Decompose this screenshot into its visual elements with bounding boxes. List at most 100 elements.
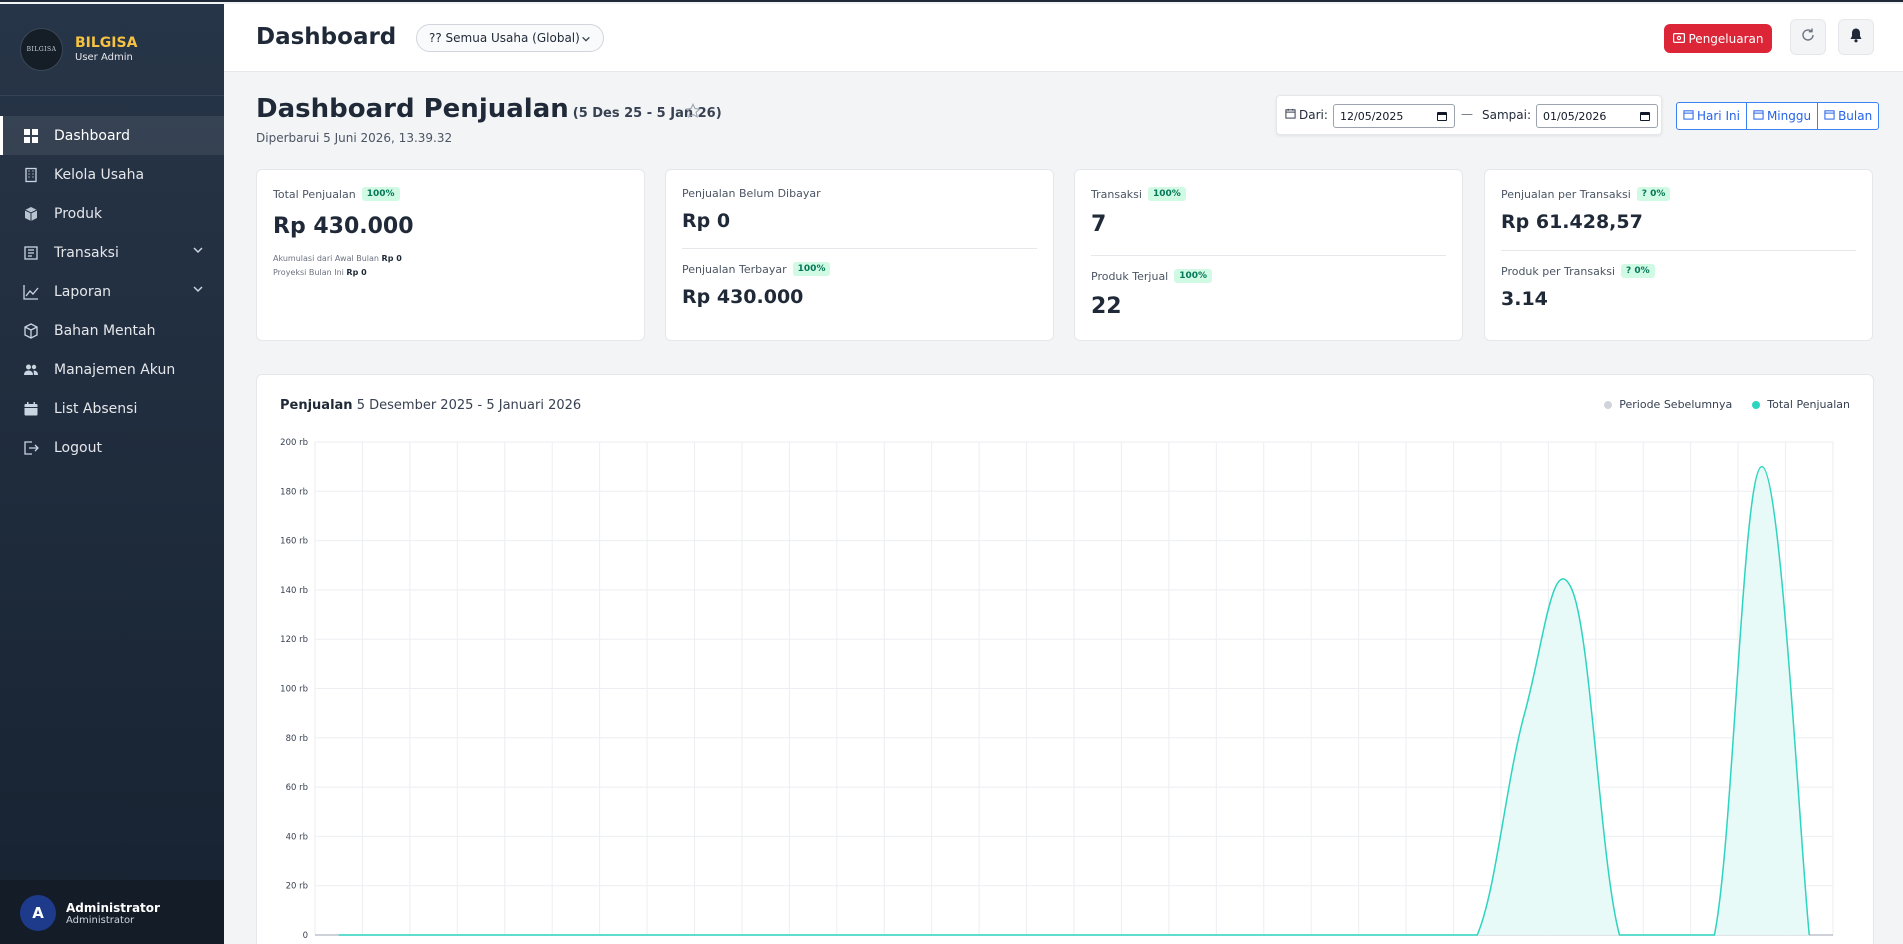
user-profile[interactable]: A Administrator Administrator — [0, 880, 224, 944]
avatar: A — [20, 895, 56, 931]
sidebar: BILGISA BILGISA User Admin Dashboard Kel… — [0, 4, 224, 944]
status-badge: ? 0% — [1621, 264, 1655, 278]
date-separator: — — [1461, 107, 1473, 121]
stat-label: Penjualan Terbayar 100% — [682, 262, 831, 276]
sidebar-item-label: Kelola Usaha — [54, 166, 145, 183]
stat-label-text: Transaksi — [1091, 187, 1142, 201]
stat-card-transactions: Transaksi 100% 7 Produk Terjual 100% 22 — [1074, 169, 1463, 341]
sidebar-item-laporan[interactable]: Laporan — [0, 272, 224, 311]
from-date-input[interactable]: 12/05/2025 — [1333, 104, 1455, 128]
stat-label-text: Penjualan per Transaksi — [1501, 187, 1631, 201]
y-tick-label: 20 rb — [286, 882, 308, 892]
page-title-text: Dashboard Penjualan — [256, 94, 569, 124]
calendar-icon — [1285, 108, 1296, 122]
quick-range-label: Hari Ini — [1697, 109, 1740, 123]
status-badge: ? 0% — [1636, 187, 1671, 201]
y-tick-label: 40 rb — [286, 832, 308, 842]
expense-button[interactable]: Pengeluaran — [1664, 24, 1772, 53]
sidebar-item-dashboard[interactable]: Dashboard — [0, 116, 224, 155]
topbar: Dashboard ?? Semua Usaha (Global) Pengel… — [224, 4, 1903, 72]
sidebar-item-label: Dashboard — [54, 127, 130, 144]
stat-value: Rp 430.000 — [682, 286, 804, 308]
brand: BILGISA BILGISA User Admin — [0, 4, 224, 96]
quick-range-week[interactable]: Minggu — [1747, 103, 1819, 129]
calendar-icon — [1683, 109, 1694, 123]
divider — [682, 248, 1037, 249]
stat-value: Rp 0 — [682, 210, 731, 232]
stat-value: 3.14 — [1501, 288, 1548, 310]
brand-role: User Admin — [75, 52, 133, 63]
sidebar-item-kelola-usaha[interactable]: Kelola Usaha — [0, 155, 224, 194]
quick-range-label: Minggu — [1766, 109, 1812, 123]
calendar-icon — [1824, 109, 1835, 123]
stat-note: Akumulasi dari Awal Bulan Rp 0 — [273, 254, 402, 263]
sidebar-item-label: List Absensi — [54, 400, 138, 417]
sidebar-item-list-absensi[interactable]: List Absensi — [0, 389, 224, 428]
user-name: Administrator — [66, 900, 160, 915]
user-role: Administrator — [66, 914, 135, 926]
brand-name: BILGISA — [75, 35, 138, 51]
calendar-icon — [21, 399, 41, 419]
divider — [1091, 255, 1446, 256]
refresh-button[interactable] — [1790, 19, 1826, 55]
date-range-filter: Dari: 12/05/2025 — Sampai: 01/05/2026 — [1276, 95, 1662, 135]
chevron-down-icon[interactable] — [192, 283, 204, 299]
y-tick-label: 60 rb — [286, 783, 308, 793]
stat-label: Transaksi 100% — [1091, 187, 1186, 201]
from-label-text: Dari: — [1299, 108, 1328, 122]
quick-range-month[interactable]: Bulan — [1818, 103, 1878, 129]
calendar-icon — [1753, 109, 1764, 123]
sidebar-item-label: Bahan Mentah — [54, 322, 156, 339]
chart-line-icon — [21, 282, 41, 302]
quick-range-group: Hari Ini Minggu Bulan — [1676, 102, 1880, 130]
sidebar-item-logout[interactable]: Logout — [0, 428, 224, 467]
stat-label: Total Penjualan 100% — [273, 187, 400, 201]
sidebar-item-transaksi[interactable]: Transaksi — [0, 233, 224, 272]
notification-button[interactable] — [1838, 19, 1874, 55]
stat-label-text: Penjualan Terbayar — [682, 262, 787, 276]
sales-chart[interactable]: 0 20 rb 40 rb 60 rb 80 rb 100 rb 120 rb 140 rb 1… — [257, 375, 1873, 944]
to-label: Sampai: — [1482, 108, 1532, 122]
brand-logo: BILGISA — [20, 28, 63, 71]
stat-card-payments: Penjualan Belum Dibayar Rp 0 Penjualan T… — [665, 169, 1054, 341]
quick-range-today[interactable]: Hari Ini — [1677, 103, 1747, 129]
note-label: Akumulasi dari Awal Bulan — [273, 254, 379, 263]
wallet-icon — [1672, 32, 1685, 46]
chevron-down-icon — [581, 33, 591, 47]
calendar-icon[interactable] — [1436, 110, 1448, 125]
y-tick-label: 0 — [303, 931, 308, 941]
stat-value: 22 — [1091, 294, 1122, 319]
chevron-down-icon[interactable] — [192, 244, 204, 260]
y-tick-label: 120 rb — [280, 635, 308, 645]
star-icon[interactable] — [685, 102, 701, 123]
y-tick-label: 80 rb — [286, 734, 308, 744]
calendar-icon[interactable] — [1639, 110, 1651, 125]
page-title: Dashboard Penjualan (5 Des 25 - 5 Jan 26) — [256, 94, 722, 124]
logout-icon — [21, 438, 41, 458]
sidebar-item-label: Logout — [54, 439, 102, 456]
y-tick-label: 100 rb — [280, 685, 308, 695]
stat-label: Produk per Transaksi ? 0% — [1501, 264, 1655, 278]
status-badge: 100% — [792, 262, 831, 276]
stat-note: Proyeksi Bulan Ini Rp 0 — [273, 268, 367, 277]
y-tick-label: 200 rb — [280, 438, 308, 448]
sidebar-item-label: Laporan — [54, 283, 112, 300]
stat-value: Rp 61.428,57 — [1501, 211, 1643, 233]
bell-icon — [1848, 27, 1864, 47]
from-date-value: 12/05/2025 — [1340, 109, 1404, 123]
business-select[interactable]: ?? Semua Usaha (Global) — [416, 24, 604, 52]
divider — [1501, 250, 1856, 251]
y-tick-label: 160 rb — [280, 537, 308, 547]
sidebar-item-produk[interactable]: Produk — [0, 194, 224, 233]
y-tick-label: 180 rb — [280, 487, 308, 497]
sidebar-item-manajemen-akun[interactable]: Manajemen Akun — [0, 350, 224, 389]
to-date-input[interactable]: 01/05/2026 — [1536, 104, 1658, 128]
y-tick-label: 140 rb — [280, 586, 308, 596]
sidebar-item-bahan-mentah[interactable]: Bahan Mentah — [0, 311, 224, 350]
stat-label-text: Produk per Transaksi — [1501, 264, 1616, 278]
stat-card-total-sales: Total Penjualan 100% Rp 430.000 Akumulasi… — [256, 169, 645, 341]
sales-chart-card: Penjualan 5 Desember 2025 - 5 Januari 20… — [256, 374, 1874, 944]
business-select-value: ?? Semua Usaha (Global) — [429, 31, 580, 45]
topbar-title: Dashboard — [256, 24, 397, 50]
note-value: Rp 0 — [346, 268, 367, 277]
